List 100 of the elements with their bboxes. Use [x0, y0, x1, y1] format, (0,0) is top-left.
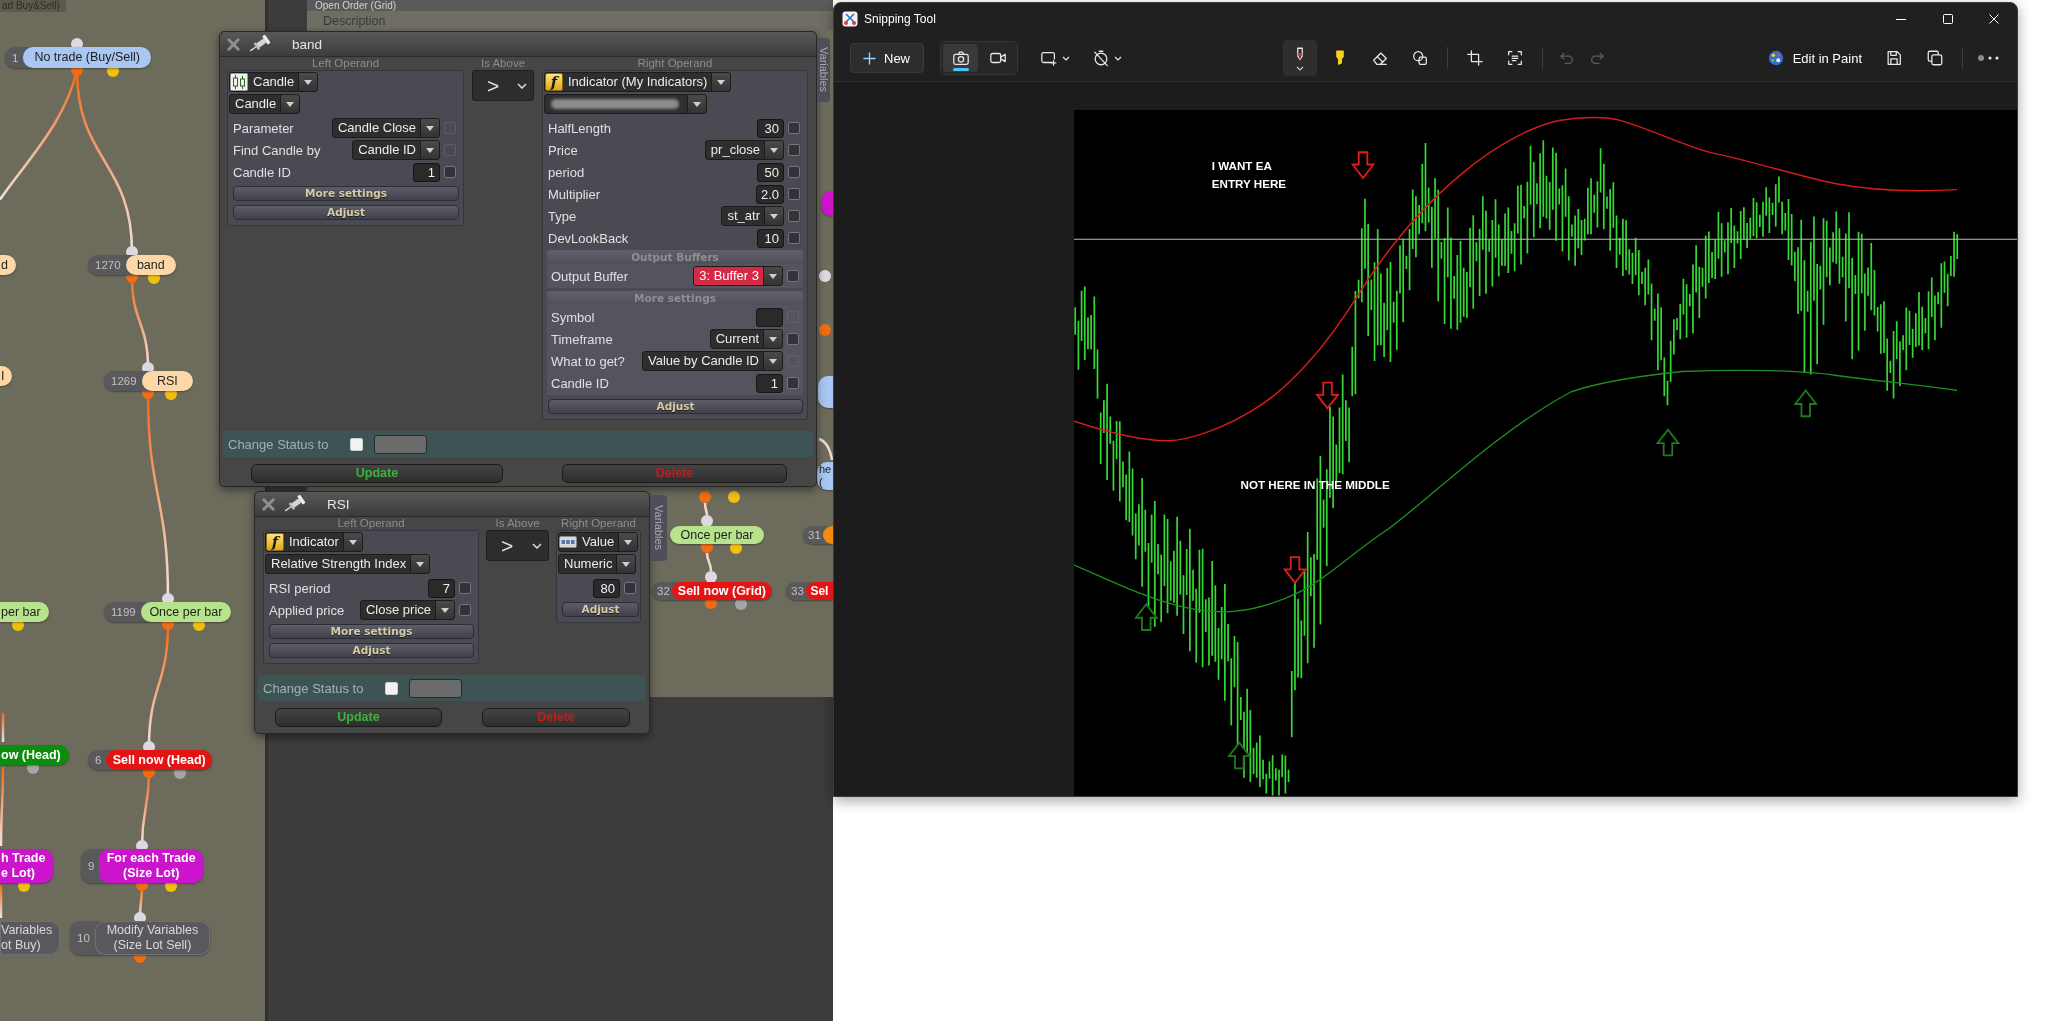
color-field[interactable]: [374, 434, 428, 454]
edit-in-paint-button[interactable]: Edit in Paint: [1766, 49, 1862, 67]
flow-node[interactable]: 1270 band: [88, 255, 176, 275]
panel-button[interactable]: Adjust: [233, 205, 459, 220]
port-icon[interactable]: [728, 491, 740, 503]
text-scan-icon[interactable]: [1506, 49, 1524, 67]
panel-button[interactable]: Adjust: [269, 643, 474, 658]
operator-dropdown[interactable]: >: [486, 530, 549, 561]
node-pill[interactable]: [818, 376, 833, 408]
flow-node[interactable]: 31: [803, 526, 833, 544]
flow-node[interactable]: 6 Sell now (Head): [88, 750, 212, 770]
pin-icon[interactable]: [247, 35, 273, 53]
flow-node[interactable]: 1 No trade (Buy/Sell): [5, 47, 151, 68]
checkbox[interactable]: [788, 188, 800, 200]
input-field[interactable]: 1: [413, 162, 440, 182]
pin-icon[interactable]: [282, 495, 308, 513]
field-label: Candle ID: [551, 375, 609, 391]
dropdown[interactable]: Candle Close: [331, 118, 440, 138]
dropdown[interactable]: Value: [558, 532, 639, 552]
field-label: Parameter: [233, 120, 294, 136]
dropdown[interactable]: Candle ID: [352, 140, 440, 160]
dropdown[interactable]: [544, 94, 707, 114]
color-field[interactable]: [409, 678, 463, 698]
side-tab[interactable]: Variables: [817, 38, 830, 102]
dropdown[interactable]: pr_close: [704, 140, 784, 160]
caret-icon: [770, 213, 778, 219]
panel-button[interactable]: More settings: [233, 186, 459, 201]
flow-node[interactable]: 32 Sell now (Grid): [652, 582, 772, 600]
shapes-icon[interactable]: [1411, 49, 1429, 67]
field-label: period: [548, 164, 585, 180]
node-label[interactable]: ow (Head): [0, 745, 69, 765]
node-label[interactable]: Variables ot Buy): [0, 921, 61, 955]
save-icon[interactable]: [1885, 49, 1903, 67]
field-label: Applied price: [269, 602, 345, 618]
checkbox[interactable]: [787, 270, 799, 282]
panel-button[interactable]: Adjust: [562, 602, 639, 617]
port-icon[interactable]: [699, 491, 711, 503]
checkbox[interactable]: [459, 582, 471, 594]
port-icon[interactable]: [705, 571, 717, 583]
port-icon[interactable]: [819, 270, 831, 282]
dropdown[interactable]: f Indicator: [265, 532, 363, 552]
input-field[interactable]: 1: [756, 373, 783, 393]
checkbox[interactable]: [459, 604, 471, 616]
maximize-icon[interactable]: [1943, 14, 1953, 24]
checkbox[interactable]: [444, 166, 456, 178]
update-button[interactable]: Update: [275, 708, 442, 727]
input-field[interactable]: [756, 307, 783, 327]
flow-node[interactable]: 1269 RSI: [104, 371, 193, 391]
snip-shape-dropdown[interactable]: [1040, 49, 1070, 67]
checkbox[interactable]: [788, 210, 800, 222]
delay-dropdown[interactable]: [1092, 49, 1122, 67]
dropdown[interactable]: f Indicator (My Indicators): [544, 72, 732, 92]
checkbox[interactable]: [787, 377, 799, 389]
port-icon[interactable]: [701, 515, 713, 527]
input-field[interactable]: 2.0: [755, 184, 784, 204]
panel-button[interactable]: More settings: [269, 624, 474, 639]
node-label[interactable]: Once per bar: [670, 526, 764, 544]
dropdown[interactable]: 3: Buffer 3: [693, 266, 783, 286]
checkbox[interactable]: [788, 122, 800, 134]
dropdown[interactable]: Close price: [359, 600, 455, 620]
dropdown[interactable]: st_atr: [721, 206, 784, 226]
dropdown[interactable]: Value by Candle ID: [641, 351, 783, 371]
dropdown[interactable]: Candle: [229, 72, 319, 92]
input-field[interactable]: 80: [593, 578, 620, 598]
checkbox[interactable]: [788, 232, 800, 244]
input-field[interactable]: 50: [757, 162, 784, 182]
port-icon[interactable]: [819, 324, 831, 336]
node-label[interactable]: d: [0, 255, 16, 275]
node-label: No trade (Buy/Sell): [23, 47, 151, 68]
crop-icon[interactable]: [1466, 49, 1484, 67]
node-pill[interactable]: [821, 191, 833, 216]
checkbox[interactable]: [624, 582, 636, 594]
operator-dropdown[interactable]: >: [472, 70, 534, 101]
flow-node[interactable]: 10 Modify Variables (Size Lot Sell): [70, 921, 210, 955]
dropdown[interactable]: Relative Strength Index: [265, 554, 431, 574]
panel-button[interactable]: Adjust: [548, 399, 803, 414]
node-label[interactable]: h Trade e Lot): [0, 849, 54, 883]
caret-icon: [286, 101, 295, 107]
new-button[interactable]: New: [850, 43, 924, 73]
update-button[interactable]: Update: [251, 464, 503, 483]
node-label[interactable]: I: [0, 366, 13, 386]
checkbox[interactable]: [788, 166, 800, 178]
dropdown[interactable]: Numeric: [558, 554, 637, 574]
chevron-icon: [1296, 65, 1304, 71]
tool-button[interactable]: [1283, 40, 1317, 76]
flow-node[interactable]: 33 Sel: [786, 582, 833, 600]
mode-button[interactable]: [943, 44, 978, 72]
node-label[interactable]: per bar: [0, 602, 49, 622]
dropdown[interactable]: Current: [709, 329, 783, 349]
checkbox[interactable]: [788, 144, 800, 156]
input-field[interactable]: 10: [757, 228, 784, 248]
node-label[interactable]: he (: [817, 462, 833, 490]
side-tab[interactable]: Variables: [650, 495, 667, 561]
input-field[interactable]: 7: [428, 578, 455, 598]
input-field[interactable]: 30: [757, 118, 784, 138]
copy-icon[interactable]: [1926, 49, 1944, 67]
dropdown[interactable]: Candle: [229, 94, 301, 114]
checkbox[interactable]: [787, 333, 799, 345]
more-icon[interactable]: [1977, 54, 2001, 62]
flow-node[interactable]: 1199 Once per bar: [104, 602, 231, 622]
